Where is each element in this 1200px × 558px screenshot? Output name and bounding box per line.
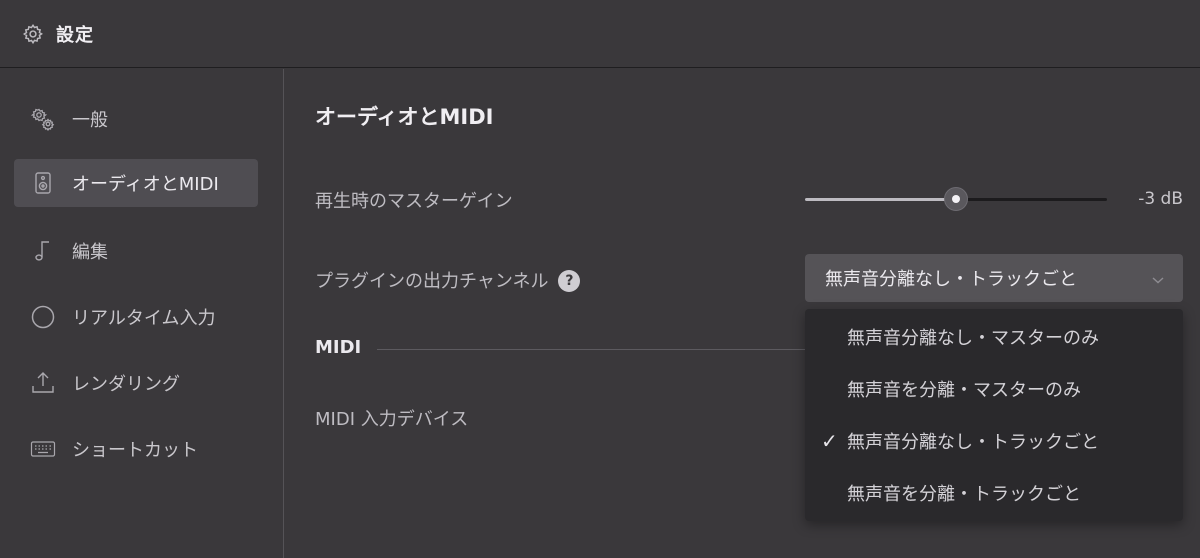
upload-icon	[30, 370, 56, 396]
gear-icon	[22, 23, 44, 45]
select-value: 無声音分離なし・トラックごと	[825, 269, 1077, 290]
slider-thumb[interactable]	[944, 187, 968, 211]
sidebar: 一般 オーディオとMIDI 編集 リアルタイム入力 レンダリング ショートカット	[0, 69, 284, 558]
gears-icon	[30, 106, 56, 132]
option-label: 無声音を分離・マスターのみ	[847, 380, 1081, 401]
window-title: 設定	[56, 24, 94, 46]
plugin-output-label-row: プラグインの出力チャンネル?	[315, 267, 581, 293]
section-title: オーディオとMIDI	[315, 105, 494, 129]
sidebar-item-rendering[interactable]: レンダリング	[14, 359, 258, 407]
sidebar-item-label: オーディオとMIDI	[72, 174, 219, 195]
option-label: 無声音分離なし・マスターのみ	[847, 328, 1099, 349]
sidebar-item-realtime-input[interactable]: リアルタイム入力	[14, 293, 258, 341]
chevron-down-icon	[1151, 271, 1165, 285]
help-icon[interactable]: ?	[558, 270, 581, 292]
sidebar-item-edit[interactable]: 編集	[14, 227, 258, 275]
plugin-output-label: プラグインの出力チャンネル	[315, 271, 549, 292]
section-divider	[377, 349, 807, 350]
circle-icon	[30, 304, 56, 330]
checkmark-icon: ✓	[821, 429, 838, 453]
sidebar-item-general[interactable]: 一般	[14, 95, 258, 143]
sidebar-item-label: 一般	[72, 110, 108, 131]
sidebar-item-label: ショートカット	[72, 440, 198, 461]
dropdown-option[interactable]: 無声音分離なし・マスターのみ	[805, 311, 1183, 363]
option-label: 無声音分離なし・トラックごと	[847, 432, 1099, 453]
slider-fill	[805, 198, 956, 201]
master-gain-slider[interactable]	[805, 184, 1107, 214]
plugin-output-dropdown: 無声音分離なし・マスターのみ 無声音を分離・マスターのみ ✓ 無声音分離なし・ト…	[805, 309, 1183, 521]
midi-input-label: MIDI 入力デバイス	[315, 409, 469, 430]
master-gain-label: 再生時のマスターゲイン	[315, 191, 513, 212]
sidebar-item-label: 編集	[72, 242, 108, 263]
title-bar: 設定	[0, 0, 1200, 68]
sidebar-item-label: レンダリング	[72, 374, 180, 395]
sidebar-item-label: リアルタイム入力	[72, 308, 216, 329]
master-gain-value: -3 dB	[1138, 189, 1183, 209]
keyboard-icon	[30, 436, 56, 462]
sidebar-item-shortcuts[interactable]: ショートカット	[14, 425, 258, 473]
settings-panel: オーディオとMIDI 再生時のマスターゲイン -3 dB プラグインの出力チャン…	[285, 69, 1200, 558]
dropdown-option-selected[interactable]: ✓ 無声音分離なし・トラックごと	[805, 415, 1183, 467]
dropdown-option[interactable]: 無声音を分離・マスターのみ	[805, 363, 1183, 415]
dropdown-option[interactable]: 無声音を分離・トラックごと	[805, 467, 1183, 519]
midi-section-label: MIDI	[315, 337, 362, 358]
option-label: 無声音を分離・トラックごと	[847, 484, 1081, 505]
music-note-icon	[30, 238, 56, 264]
speaker-icon	[30, 170, 56, 196]
plugin-output-select[interactable]: 無声音分離なし・トラックごと	[805, 254, 1183, 302]
sidebar-item-audio-midi[interactable]: オーディオとMIDI	[14, 159, 258, 207]
